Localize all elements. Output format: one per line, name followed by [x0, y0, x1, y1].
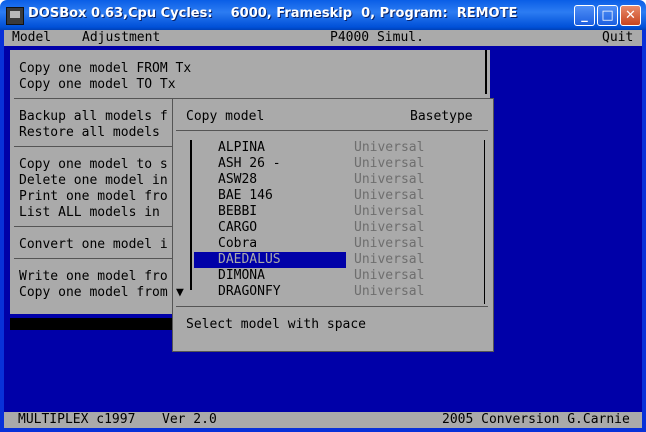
model-menu-right-border	[485, 50, 487, 94]
model-basetype: Universal	[354, 140, 425, 155]
model-name: CARGO	[218, 220, 258, 235]
dosbox-app-icon	[6, 7, 24, 25]
list-right-border	[484, 140, 485, 304]
model-basetype: Universal	[354, 284, 425, 299]
model-list-row[interactable]: ASW28 Universal	[194, 172, 482, 188]
model-name: ASW28	[218, 172, 258, 187]
menu-item-print[interactable]: Print one model fro	[19, 189, 168, 205]
model-menu-shadow	[10, 318, 176, 330]
model-name: DAEDALUS	[218, 252, 281, 267]
scroll-down-arrow-icon[interactable]: ▼	[176, 285, 184, 301]
close-button[interactable]: ✕	[620, 5, 641, 26]
list-scrollbar-track[interactable]	[190, 140, 192, 290]
model-list-row[interactable]: DAEDALUS Universal	[194, 252, 482, 268]
menu-item-list-all[interactable]: List ALL models in	[19, 205, 160, 221]
model-list-row[interactable]: DIMONA Universal	[194, 268, 482, 284]
dialog-header-separator	[176, 130, 488, 131]
menu-item-copy-from[interactable]: Copy one model from	[19, 285, 168, 301]
menu-separator	[14, 146, 178, 147]
dialog-hint: Select model with space	[186, 317, 367, 332]
dialog-footer-separator	[176, 306, 488, 307]
menu-bar: Model Adjustment P4000 Simul. Quit	[4, 30, 642, 46]
column-header-basetype: Basetype	[410, 109, 473, 124]
model-basetype: Universal	[354, 172, 425, 187]
model-name: DRAGONFY	[218, 284, 281, 299]
menu-item-write[interactable]: Write one model fro	[19, 269, 168, 285]
model-list-row[interactable]: ASH 26 - Universal	[194, 156, 482, 172]
model-basetype: Universal	[354, 268, 425, 283]
model-basetype: Universal	[354, 220, 425, 235]
menu-item-convert[interactable]: Convert one model i	[19, 237, 168, 253]
model-list-row[interactable]: BAE 146 Universal	[194, 188, 482, 204]
menu-quit[interactable]: Quit	[602, 30, 633, 46]
model-list-row[interactable]: BEBBI Universal	[194, 204, 482, 220]
menu-item-restore-all[interactable]: Restore all models	[19, 125, 160, 141]
model-name: DIMONA	[218, 268, 265, 283]
menu-separator	[14, 258, 178, 259]
menu-item-delete[interactable]: Delete one model in	[19, 173, 168, 189]
menu-title-center: P4000 Simul.	[330, 30, 424, 45]
model-name: BEBBI	[218, 204, 258, 219]
status-conversion-credit: 2005 Conversion G.Carnie	[442, 412, 630, 427]
model-name: ALPINA	[218, 140, 265, 155]
menu-separator	[14, 226, 178, 227]
window-title: DOSBox 0.63,Cpu Cycles: 6000, Frameskip …	[28, 6, 518, 21]
menu-model[interactable]: Model	[12, 30, 51, 46]
model-list-row[interactable]: DRAGONFY Universal	[194, 284, 482, 300]
menu-item-backup-all[interactable]: Backup all models f	[19, 109, 168, 125]
dialog-title: Copy model	[186, 109, 265, 124]
minimize-button[interactable]: _	[574, 5, 595, 26]
model-basetype: Universal	[354, 188, 425, 203]
model-list-row[interactable]: CARGO Universal	[194, 220, 482, 236]
model-name: BAE 146	[218, 188, 273, 203]
model-basetype: Universal	[354, 236, 425, 251]
model-basetype: Universal	[354, 252, 425, 267]
model-list-row[interactable]: ALPINA Universal	[194, 140, 482, 156]
status-copyright: MULTIPLEX c1997	[18, 412, 136, 427]
menu-item-copy-to-s[interactable]: Copy one model to s	[19, 157, 168, 173]
menu-item-copy-from-tx[interactable]: Copy one model FROM Tx	[19, 61, 191, 77]
dos-screen: Model Adjustment P4000 Simul. Quit Copy …	[4, 30, 642, 428]
menu-item-copy-to-tx[interactable]: Copy one model TO Tx	[19, 77, 176, 93]
status-bar: MULTIPLEX c1997 Ver 2.0 2005 Conversion …	[4, 412, 642, 428]
menu-adjustment[interactable]: Adjustment	[82, 30, 160, 46]
window-title-bar[interactable]: DOSBox 0.63,Cpu Cycles: 6000, Frameskip …	[0, 0, 646, 30]
model-name: Cobra	[218, 236, 258, 251]
model-basetype: Universal	[354, 156, 425, 171]
maximize-button[interactable]: □	[597, 5, 618, 26]
model-basetype: Universal	[354, 204, 425, 219]
model-name: ASH 26 -	[218, 156, 281, 171]
model-list-row[interactable]: Cobra Universal	[194, 236, 482, 252]
status-version: Ver 2.0	[162, 412, 217, 427]
